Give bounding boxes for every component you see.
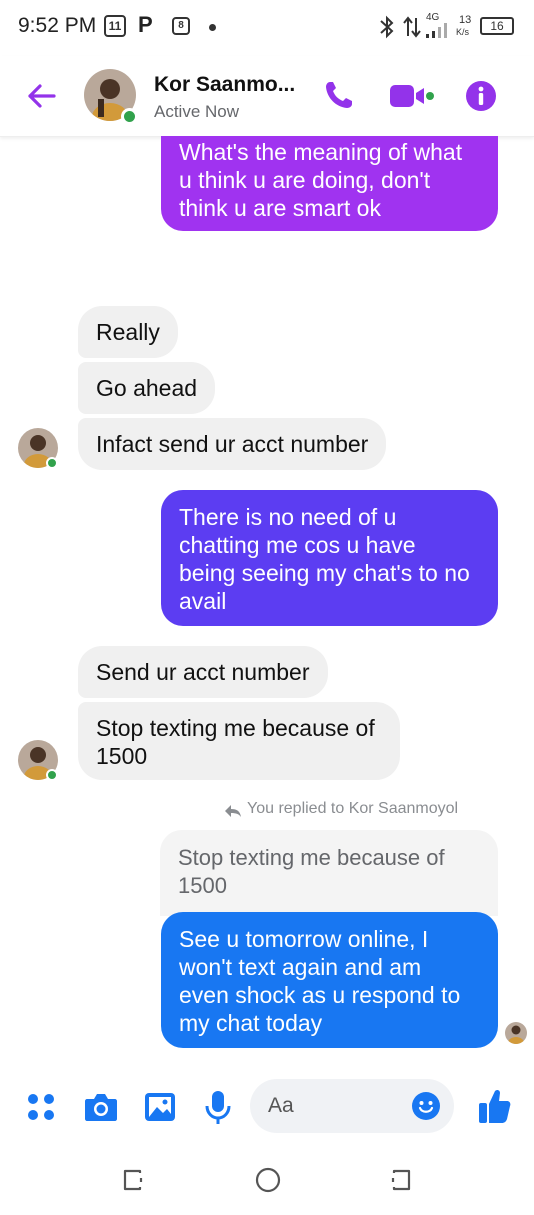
back-nav-icon[interactable] xyxy=(388,1168,412,1192)
gallery-icon[interactable] xyxy=(144,1092,176,1122)
online-indicator xyxy=(121,108,138,125)
quoted-line: Stop texting me because of xyxy=(178,845,445,870)
back-arrow-icon[interactable] xyxy=(24,78,60,114)
more-notifications-icon xyxy=(209,24,216,31)
message-line: being seeing my chat's to no xyxy=(179,560,470,586)
message-line: What's the meaning of what xyxy=(179,139,463,165)
battery-icon: 16 xyxy=(480,17,514,35)
emoji-icon[interactable] xyxy=(412,1092,440,1120)
incoming-message[interactable]: Send ur acct number xyxy=(78,646,328,698)
speed-unit: K/s xyxy=(456,27,470,37)
outgoing-message[interactable]: What's the meaning of what u think u are… xyxy=(161,136,498,231)
message-line: 1500 xyxy=(96,743,148,769)
contact-name[interactable]: Kor Saanmo... xyxy=(154,73,295,97)
message-line: even shock as u respond to xyxy=(179,982,461,1008)
app-notification-icon: 8 xyxy=(172,17,190,35)
status-time: 9:52 PM xyxy=(18,14,97,37)
bluetooth-icon xyxy=(380,15,394,39)
message-line: Stop texting me because of xyxy=(96,715,375,741)
message-input-placeholder: Aa xyxy=(268,1094,294,1117)
message-line: my chat today xyxy=(179,1010,323,1036)
home-icon[interactable] xyxy=(254,1166,282,1194)
quoted-line: 1500 xyxy=(178,873,227,898)
message-line: avail xyxy=(179,588,227,614)
outgoing-message[interactable]: See u tomorrow online, I won't text agai… xyxy=(161,912,498,1048)
incoming-message[interactable]: Really xyxy=(78,306,178,358)
incoming-message[interactable]: Infact send ur acct number xyxy=(78,418,387,470)
calendar-icon: 11 xyxy=(104,15,126,37)
video-call-icon[interactable] xyxy=(390,83,434,109)
online-indicator xyxy=(46,769,58,781)
incoming-message[interactable]: Go ahead xyxy=(78,362,216,414)
camera-icon[interactable] xyxy=(84,1092,118,1122)
data-transfer-icon xyxy=(403,16,421,38)
contact-status: Active Now xyxy=(154,102,240,121)
online-indicator xyxy=(46,457,58,469)
message-line: won't text again and am xyxy=(179,954,422,980)
reply-arrow-icon xyxy=(225,805,241,817)
microphone-icon[interactable] xyxy=(204,1090,232,1126)
like-thumb-icon[interactable] xyxy=(478,1088,512,1124)
recent-apps-icon[interactable] xyxy=(122,1168,146,1192)
message-line: See u tomorrow online, I xyxy=(179,926,429,952)
reply-note: You replied to Kor Saanmoyol xyxy=(247,800,459,817)
p-notification-icon: P xyxy=(138,12,153,37)
system-nav-bar xyxy=(0,1148,534,1215)
quoted-message[interactable]: Stop texting me because of 1500 xyxy=(160,830,498,916)
outgoing-message[interactable]: There is no need of u chatting me cos u … xyxy=(161,490,498,626)
speed-value: 13 xyxy=(459,14,472,26)
incoming-message[interactable]: Stop texting me because of 1500 xyxy=(78,702,400,780)
message-line: chatting me cos u have xyxy=(179,532,416,558)
more-actions-icon[interactable] xyxy=(26,1092,56,1122)
status-bar: 9:52 PM 11 P 8 4G 13 K/s 16 xyxy=(0,0,534,56)
message-line: think u are smart ok xyxy=(179,195,381,221)
info-icon[interactable] xyxy=(466,81,496,111)
seen-receipt-avatar xyxy=(505,1022,527,1044)
message-line: There is no need of u xyxy=(179,504,397,530)
message-composer: Aa xyxy=(0,1070,534,1144)
message-line: u think u are doing, don't xyxy=(179,167,431,193)
signal-icon xyxy=(426,23,447,38)
chat-header: Kor Saanmo... Active Now xyxy=(0,56,534,137)
message-input[interactable]: Aa xyxy=(250,1079,454,1133)
phone-call-icon[interactable] xyxy=(322,78,356,112)
